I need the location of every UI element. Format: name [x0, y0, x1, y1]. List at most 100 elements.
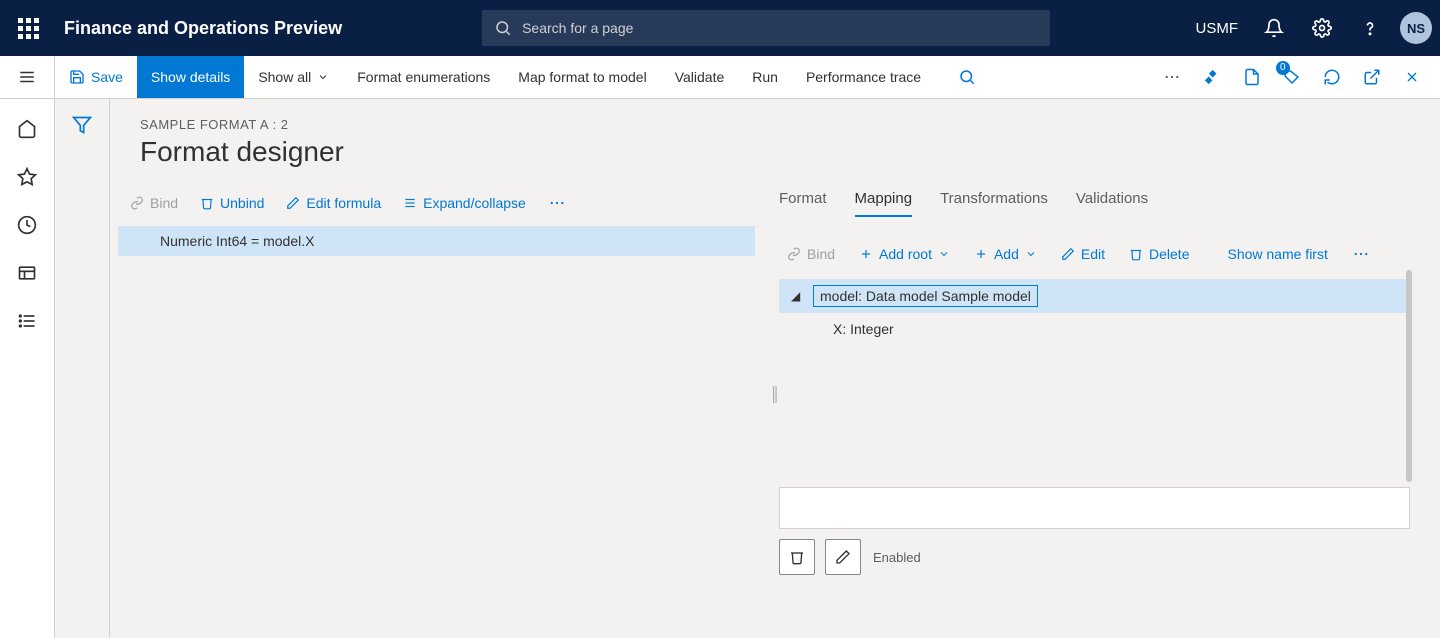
collapse-icon[interactable]: ◢	[791, 289, 805, 303]
clock-icon	[17, 215, 37, 235]
recent-nav-button[interactable]	[5, 203, 49, 247]
tab-transformations[interactable]: Transformations	[940, 186, 1048, 217]
format-tree-row[interactable]: Numeric Int64 = model.X	[118, 226, 755, 256]
global-search-input[interactable]: Search for a page	[482, 10, 1050, 46]
workspaces-nav-button[interactable]	[5, 251, 49, 295]
workspace-icon	[17, 263, 37, 283]
favorites-nav-button[interactable]	[5, 155, 49, 199]
save-label: Save	[91, 69, 123, 85]
close-button[interactable]	[1392, 57, 1432, 97]
tab-mapping[interactable]: Mapping	[855, 186, 913, 217]
more-icon	[548, 194, 566, 212]
star-icon	[17, 167, 37, 187]
waffle-icon	[18, 18, 39, 39]
avatar[interactable]: NS	[1400, 12, 1432, 44]
chevron-down-icon	[317, 71, 329, 83]
pencil-icon	[835, 549, 851, 565]
mapping-root-row[interactable]: ◢ model: Data model Sample model	[779, 279, 1410, 313]
company-picker[interactable]: USMF	[1186, 20, 1249, 37]
delete-button[interactable]: Delete	[1121, 242, 1197, 266]
trash-icon	[200, 196, 214, 210]
plus-icon	[859, 247, 873, 261]
right-tabs: Format Mapping Transformations Validatio…	[775, 186, 1410, 223]
overflow-button[interactable]	[1152, 57, 1192, 97]
pencil-icon	[286, 196, 300, 210]
home-icon	[17, 119, 37, 139]
expand-collapse-button[interactable]: Expand/collapse	[395, 191, 534, 215]
show-all-label: Show all	[258, 69, 311, 85]
action-bar: Save Show details Show all Format enumer…	[0, 56, 1440, 99]
chevron-down-icon	[1025, 248, 1037, 260]
left-overflow-button[interactable]	[540, 190, 574, 216]
app-launcher-button[interactable]	[0, 0, 56, 56]
tab-validations[interactable]: Validations	[1076, 186, 1148, 217]
pencil-icon	[1061, 247, 1075, 261]
trash-icon	[789, 549, 805, 565]
map-format-button[interactable]: Map format to model	[504, 56, 660, 98]
mapping-bind-button[interactable]: Bind	[779, 242, 843, 266]
notifications-button[interactable]	[1252, 6, 1296, 50]
filter-icon[interactable]	[72, 115, 92, 135]
delete-formula-button[interactable]	[779, 539, 815, 575]
run-button[interactable]: Run	[738, 56, 792, 98]
link-icon	[787, 247, 801, 261]
save-button[interactable]: Save	[55, 56, 137, 98]
save-icon	[69, 69, 85, 85]
format-enumerations-button[interactable]: Format enumerations	[343, 56, 504, 98]
enabled-label: Enabled	[873, 550, 921, 565]
home-nav-button[interactable]	[5, 107, 49, 151]
help-icon	[1360, 18, 1380, 38]
validate-button[interactable]: Validate	[661, 56, 739, 98]
popout-icon	[1363, 68, 1381, 86]
add-root-button[interactable]: Add root	[851, 242, 958, 266]
tab-format[interactable]: Format	[779, 186, 827, 217]
page-title: Format designer	[110, 132, 1440, 186]
refresh-icon	[1323, 68, 1341, 86]
app-title: Finance and Operations Preview	[64, 18, 342, 39]
edit-formula-button[interactable]: Edit formula	[278, 191, 389, 215]
gear-icon	[1312, 18, 1332, 38]
list-icon	[17, 311, 37, 331]
edit-button[interactable]: Edit	[1053, 242, 1113, 266]
scrollbar[interactable]	[1406, 270, 1412, 482]
edit-formula-button-lower[interactable]	[825, 539, 861, 575]
document-icon	[1243, 68, 1261, 86]
plus-icon	[974, 247, 988, 261]
breadcrumb: SAMPLE FORMAT A : 2	[110, 99, 1440, 132]
right-overflow-button[interactable]	[1344, 241, 1378, 267]
mapping-root-label: model: Data model Sample model	[813, 285, 1038, 307]
search-icon	[494, 19, 512, 37]
search-icon	[958, 68, 976, 86]
app-header: Finance and Operations Preview Search fo…	[0, 0, 1440, 56]
formula-input[interactable]	[779, 487, 1410, 529]
trash-icon	[1129, 247, 1143, 261]
show-name-first-button[interactable]: Show name first	[1219, 242, 1335, 266]
nav-toggle-button[interactable]	[0, 56, 55, 98]
filter-pane	[55, 99, 110, 638]
search-placeholder: Search for a page	[522, 20, 633, 36]
bind-button[interactable]: Bind	[122, 191, 186, 215]
chevron-down-icon	[938, 248, 950, 260]
messages-badge: 0	[1276, 61, 1290, 75]
attachments-button[interactable]	[1232, 57, 1272, 97]
close-icon	[1404, 69, 1420, 85]
unbind-button[interactable]: Unbind	[192, 191, 272, 215]
left-nav-rail	[0, 99, 55, 638]
action-search-button[interactable]	[947, 57, 987, 97]
settings-button[interactable]	[1300, 6, 1344, 50]
performance-trace-button[interactable]: Performance trace	[792, 56, 935, 98]
popout-button[interactable]	[1352, 57, 1392, 97]
list-icon	[403, 196, 417, 210]
modules-nav-button[interactable]	[5, 299, 49, 343]
bell-icon	[1264, 18, 1284, 38]
show-all-button[interactable]: Show all	[244, 56, 343, 98]
messages-button[interactable]: 0	[1272, 57, 1312, 97]
link-icon	[130, 196, 144, 210]
help-button[interactable]	[1348, 6, 1392, 50]
add-button[interactable]: Add	[966, 242, 1045, 266]
show-details-button[interactable]: Show details	[137, 56, 244, 98]
more-icon	[1352, 245, 1370, 263]
options-button[interactable]	[1192, 57, 1232, 97]
mapping-child-row[interactable]: X: Integer	[779, 313, 1410, 337]
refresh-button[interactable]	[1312, 57, 1352, 97]
